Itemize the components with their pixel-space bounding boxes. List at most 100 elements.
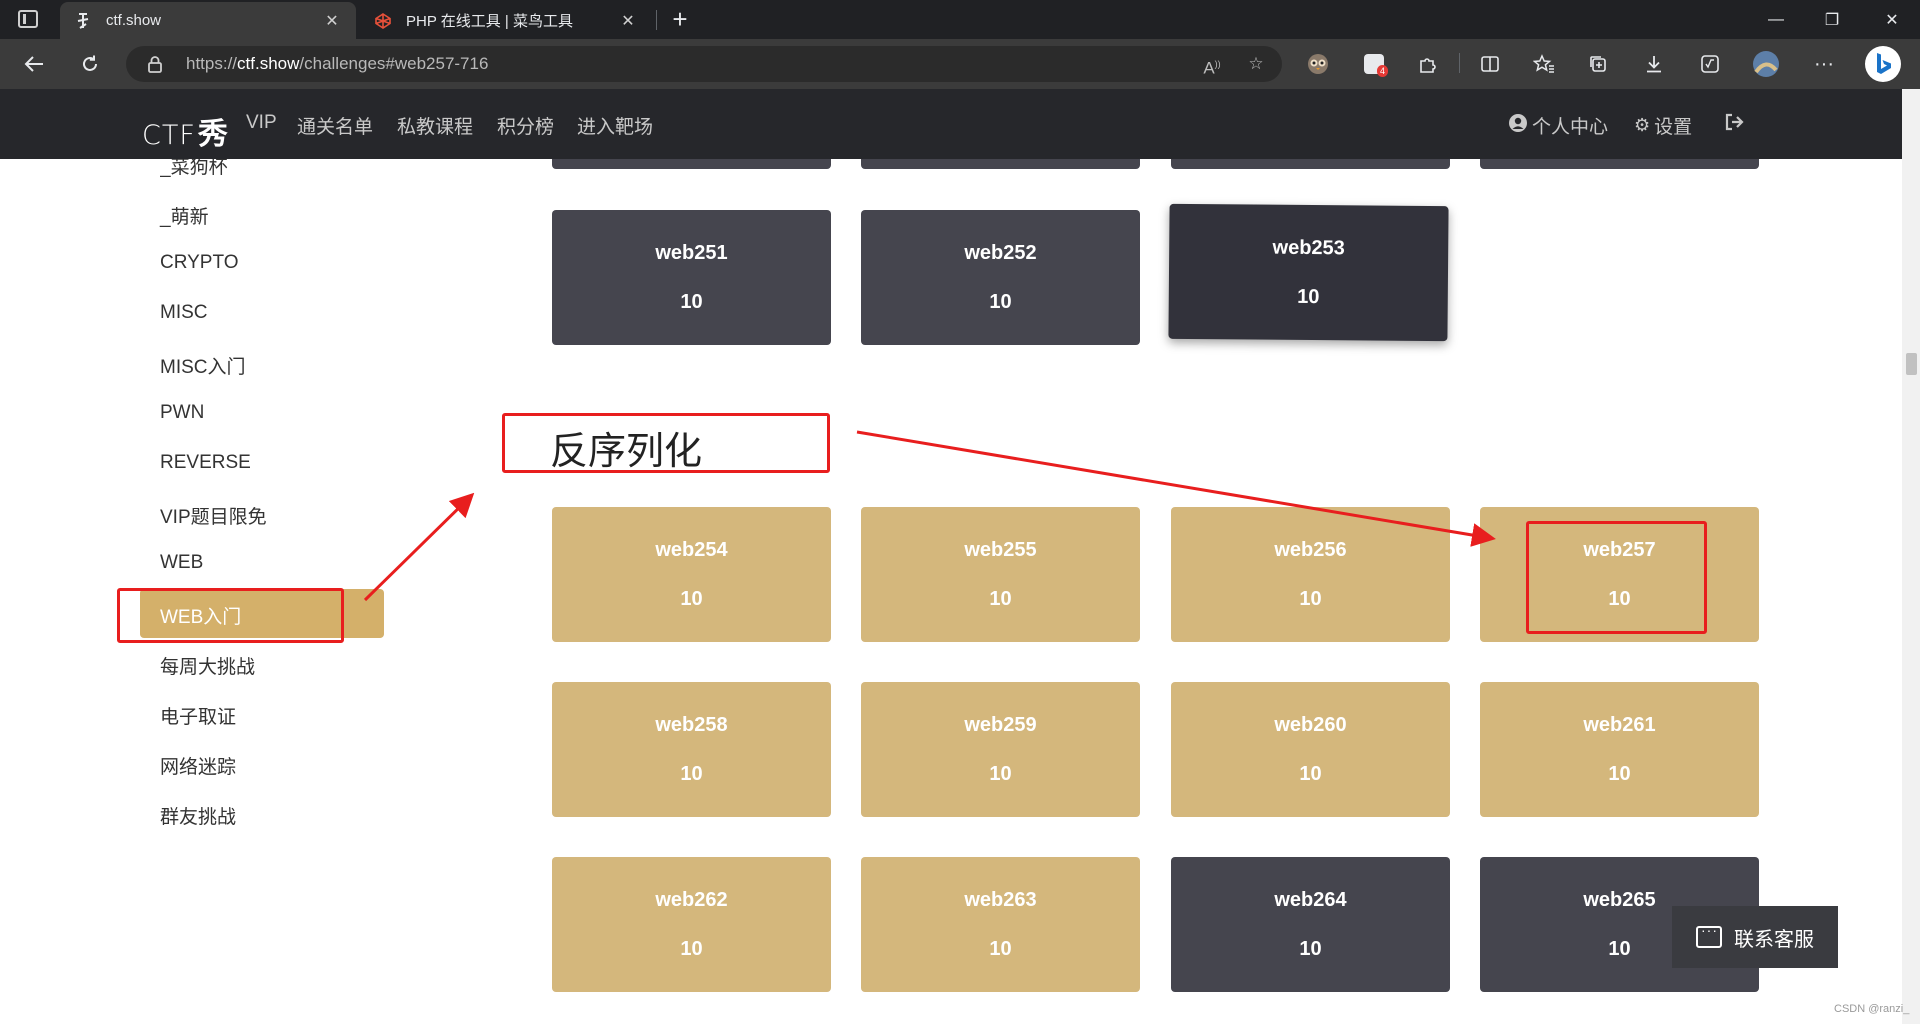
lock-icon[interactable] bbox=[146, 55, 164, 73]
tab-ctfshow[interactable]: ctf.show ✕ bbox=[60, 2, 356, 39]
user-center-label: 个人中心 bbox=[1532, 117, 1609, 138]
add-favorite-icon[interactable]: ☆ bbox=[1244, 52, 1268, 76]
split-screen-icon[interactable] bbox=[1474, 48, 1506, 80]
read-aloud-icon[interactable]: A)) bbox=[1200, 52, 1224, 78]
nav-range[interactable]: 进入靶场 bbox=[577, 112, 653, 139]
profile-avatar-icon[interactable] bbox=[1750, 48, 1782, 80]
sidebar-item-misc-intro[interactable]: MISC入门 bbox=[160, 352, 246, 379]
challenge-score: 10 bbox=[989, 290, 1012, 313]
ctf-favicon-icon bbox=[74, 12, 92, 30]
customer-service-label: 联系客服 bbox=[1734, 928, 1814, 951]
challenge-card-partial[interactable] bbox=[861, 159, 1140, 169]
new-tab-button[interactable]: + bbox=[664, 4, 696, 36]
scrollbar-thumb[interactable] bbox=[1906, 353, 1917, 375]
settings-label: 设置 bbox=[1654, 117, 1693, 138]
challenge-card-web260[interactable]: web260 10 bbox=[1171, 682, 1450, 817]
challenge-score: 10 bbox=[1608, 937, 1631, 960]
challenge-score: 10 bbox=[1608, 762, 1631, 785]
address-bar[interactable]: https://ctf.show/challenges#web257-716 A… bbox=[126, 46, 1282, 82]
sidebar-item-reverse[interactable]: REVERSE bbox=[160, 452, 251, 474]
bing-copilot-icon[interactable] bbox=[1864, 45, 1902, 83]
challenge-score: 10 bbox=[1297, 285, 1320, 308]
nav-scoreboard[interactable]: 积分榜 bbox=[497, 112, 554, 139]
challenge-card-web252[interactable]: web252 10 bbox=[861, 210, 1140, 345]
url-text[interactable]: https://ctf.show/challenges#web257-716 bbox=[186, 54, 488, 74]
challenge-card-web259[interactable]: web259 10 bbox=[861, 682, 1140, 817]
sidebar-item-osint[interactable]: 网络迷踪 bbox=[160, 752, 236, 779]
extensions-puzzle-icon[interactable] bbox=[1412, 48, 1444, 80]
close-tab-icon[interactable]: ✕ bbox=[618, 11, 638, 31]
refresh-icon[interactable] bbox=[74, 48, 106, 80]
challenge-card-web253[interactable]: web253 10 bbox=[1168, 203, 1449, 342]
tab-title: PHP 在线工具 | 菜鸟工具 bbox=[406, 13, 573, 30]
gears-icon: ⚙ bbox=[1634, 115, 1651, 135]
tab-actions-icon[interactable] bbox=[18, 10, 38, 28]
collections-icon[interactable] bbox=[1582, 48, 1614, 80]
challenge-name: web261 bbox=[1583, 713, 1656, 736]
logout-button[interactable] bbox=[1724, 112, 1746, 132]
challenge-score: 10 bbox=[680, 762, 703, 785]
challenge-name: web252 bbox=[964, 241, 1037, 264]
annotation-box-section bbox=[502, 413, 830, 473]
challenge-card-web261[interactable]: web261 10 bbox=[1480, 682, 1759, 817]
challenge-name: web253 bbox=[1272, 236, 1345, 259]
challenge-card-partial[interactable] bbox=[552, 159, 831, 169]
sidebar-item-weekly[interactable]: 每周大挑战 bbox=[160, 652, 255, 679]
minimize-button[interactable]: — bbox=[1748, 0, 1804, 39]
settings-link[interactable]: ⚙ 设置 bbox=[1634, 112, 1692, 139]
challenge-card-partial[interactable] bbox=[1171, 159, 1450, 169]
site-logo[interactable]: CTF秀 bbox=[142, 109, 229, 153]
more-menu-icon[interactable]: ··· bbox=[1808, 48, 1840, 80]
sidebar-item-vip-free[interactable]: VIP题目限免 bbox=[160, 502, 267, 529]
user-circle-icon bbox=[1508, 113, 1528, 138]
download-icon[interactable] bbox=[1638, 48, 1670, 80]
sidebar-item-crypto[interactable]: CRYPTO bbox=[160, 252, 239, 274]
close-tab-icon[interactable]: ✕ bbox=[322, 11, 342, 31]
user-center-link[interactable]: 个人中心 bbox=[1508, 112, 1608, 139]
toolbar-separator bbox=[1459, 53, 1460, 73]
page-scrollbar[interactable] bbox=[1902, 89, 1920, 1024]
challenge-name: web256 bbox=[1274, 538, 1347, 561]
nav-vip[interactable]: VIP bbox=[246, 112, 277, 134]
challenge-name: web263 bbox=[964, 888, 1037, 911]
favorites-icon[interactable] bbox=[1528, 48, 1560, 80]
arrow-to-section bbox=[363, 492, 475, 602]
customer-service-button[interactable]: 联系客服 bbox=[1672, 906, 1838, 968]
sidebar-item-misc[interactable]: MISC bbox=[160, 302, 208, 324]
challenge-card-web251[interactable]: web251 10 bbox=[552, 210, 831, 345]
challenge-score: 10 bbox=[1299, 587, 1322, 610]
restore-button[interactable]: ❐ bbox=[1804, 0, 1860, 39]
challenge-card-web263[interactable]: web263 10 bbox=[861, 857, 1140, 992]
annotation-box-web257 bbox=[1526, 521, 1707, 634]
tab-title: ctf.show bbox=[106, 12, 162, 29]
challenge-card-web262[interactable]: web262 10 bbox=[552, 857, 831, 992]
sidebar-item-web[interactable]: WEB bbox=[160, 552, 203, 574]
challenge-card-web254[interactable]: web254 10 bbox=[552, 507, 831, 642]
challenge-name: web265 bbox=[1583, 888, 1656, 911]
extension-count-badge: 4 bbox=[1376, 65, 1388, 77]
challenge-score: 10 bbox=[680, 937, 703, 960]
challenge-name: web254 bbox=[655, 538, 728, 561]
challenge-card-web255[interactable]: web255 10 bbox=[861, 507, 1140, 642]
tab-separator bbox=[656, 10, 657, 30]
extension-badge-icon[interactable]: 4 bbox=[1358, 48, 1390, 80]
challenge-card-web258[interactable]: web258 10 bbox=[552, 682, 831, 817]
challenge-name: web258 bbox=[655, 713, 728, 736]
sidebar-item-group[interactable]: 群友挑战 bbox=[160, 802, 236, 829]
close-window-button[interactable]: ✕ bbox=[1864, 0, 1920, 39]
sidebar-item-forensics[interactable]: 电子取证 bbox=[160, 702, 236, 729]
tab-runoob-php[interactable]: PHP 在线工具 | 菜鸟工具 ✕ bbox=[360, 2, 652, 39]
back-arrow-icon[interactable] bbox=[18, 48, 50, 80]
logout-icon bbox=[1725, 113, 1744, 131]
challenge-card-partial[interactable] bbox=[1480, 159, 1759, 169]
nav-pass-list[interactable]: 通关名单 bbox=[297, 112, 373, 139]
browser-tabstrip: ctf.show ✕ PHP 在线工具 | 菜鸟工具 ✕ + — ❐ ✕ bbox=[0, 0, 1920, 39]
challenge-name: web260 bbox=[1274, 713, 1347, 736]
sidebar-item-pwn[interactable]: PWN bbox=[160, 402, 204, 424]
extension-owl-icon[interactable] bbox=[1302, 48, 1334, 80]
sidebar-item-mengxin[interactable]: _萌新 bbox=[160, 202, 209, 229]
challenge-card-web264[interactable]: web264 10 bbox=[1171, 857, 1450, 992]
nav-private-course[interactable]: 私教课程 bbox=[397, 112, 473, 139]
challenge-card-web256[interactable]: web256 10 bbox=[1171, 507, 1450, 642]
math-solver-icon[interactable] bbox=[1694, 48, 1726, 80]
